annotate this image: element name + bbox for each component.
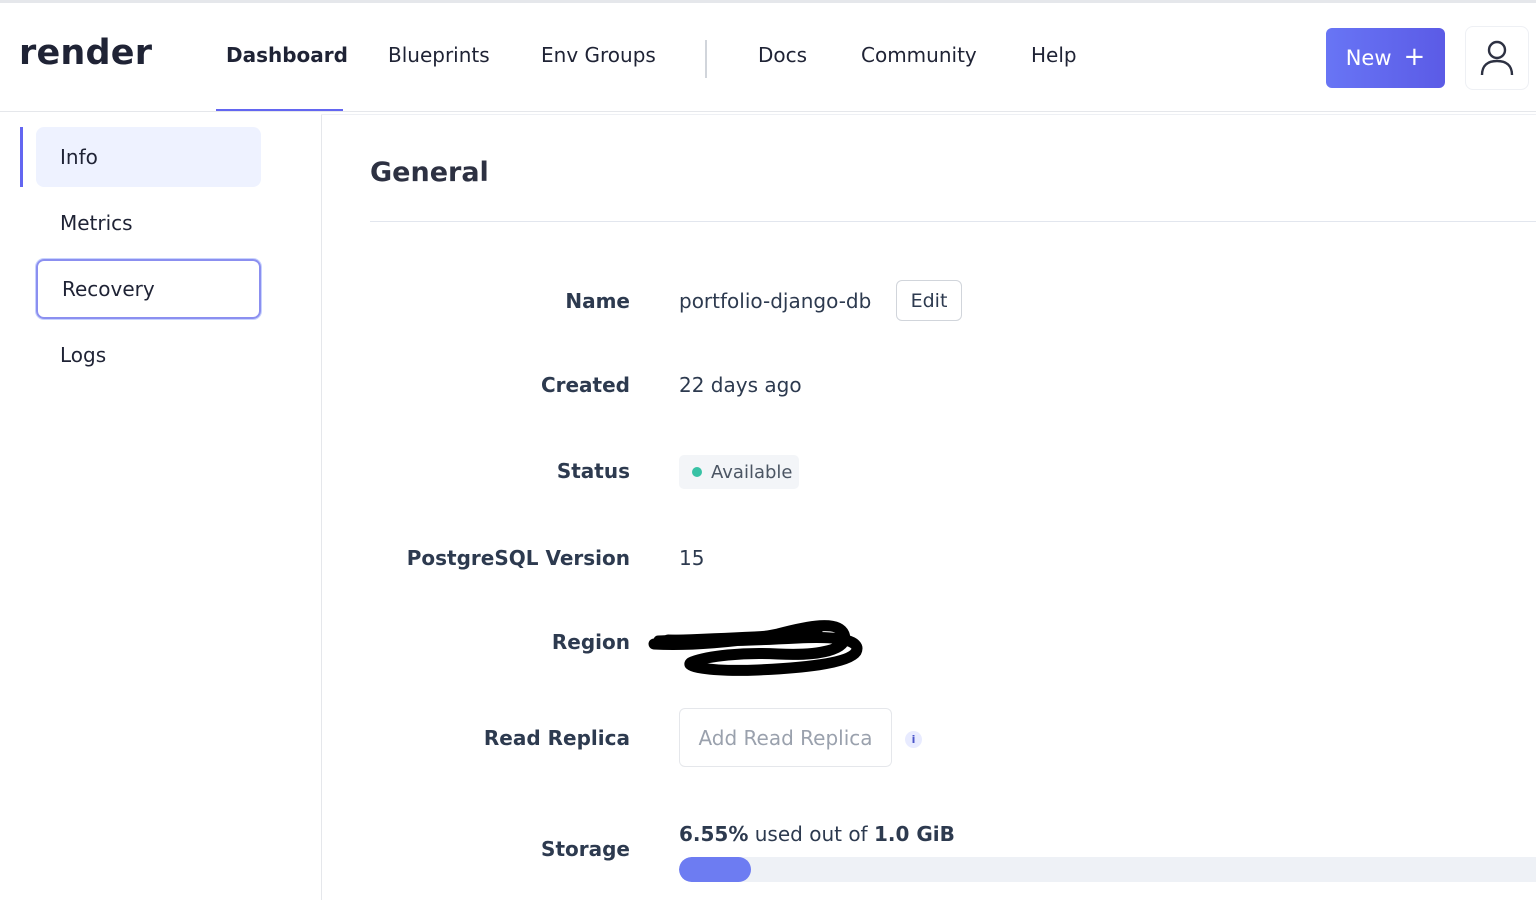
nav-env-groups[interactable]: Env Groups xyxy=(541,43,656,67)
sidebar-item-info[interactable]: Info xyxy=(36,127,261,187)
sidebar-item-label: Recovery xyxy=(62,277,155,301)
storage-usage-text: 6.55% used out of 1.0 GiB xyxy=(679,822,955,846)
edit-name-button[interactable]: Edit xyxy=(896,280,962,321)
nav-help[interactable]: Help xyxy=(1031,43,1077,67)
nav-blueprints[interactable]: Blueprints xyxy=(388,43,490,67)
user-menu-button[interactable] xyxy=(1465,26,1529,90)
nav-divider xyxy=(705,40,707,78)
storage-progress-bar xyxy=(679,857,1536,882)
top-nav-bar: render Dashboard Blueprints Env Groups D… xyxy=(0,3,1536,112)
status-badge: Available xyxy=(679,455,799,489)
redaction-scribble xyxy=(648,620,863,676)
created-label: Created xyxy=(540,373,630,397)
plus-icon: + xyxy=(1403,41,1426,72)
region-label: Region xyxy=(551,630,630,654)
name-label: Name xyxy=(565,289,630,313)
created-value: 22 days ago xyxy=(679,373,802,397)
sidebar-item-recovery[interactable]: Recovery xyxy=(36,259,261,319)
render-logo[interactable]: render xyxy=(19,33,152,73)
status-value: Available xyxy=(711,461,793,483)
read-replica-label: Read Replica xyxy=(483,726,630,750)
new-button-label: New xyxy=(1345,46,1392,70)
active-nav-underline xyxy=(216,109,343,111)
user-icon xyxy=(1480,40,1514,76)
sidebar-item-label: Info xyxy=(60,145,98,169)
sidebar-item-label: Metrics xyxy=(60,211,133,235)
section-divider xyxy=(370,221,1536,222)
storage-label: Storage xyxy=(541,837,630,861)
nav-dashboard[interactable]: Dashboard xyxy=(226,43,348,67)
name-value: portfolio-django-db xyxy=(679,289,872,313)
sidebar: Info Metrics Recovery Logs xyxy=(0,112,321,900)
status-label: Status xyxy=(556,459,630,483)
new-button[interactable]: New + xyxy=(1326,28,1445,88)
storage-used-percent: 6.55% xyxy=(679,822,749,846)
storage-progress-fill xyxy=(679,857,751,882)
sidebar-active-indicator xyxy=(20,127,23,187)
add-read-replica-button[interactable]: Add Read Replica xyxy=(679,708,892,767)
storage-middle-text: used out of xyxy=(748,822,874,846)
content-top-border xyxy=(321,114,1536,115)
nav-community[interactable]: Community xyxy=(861,43,977,67)
info-icon[interactable]: i xyxy=(905,731,922,748)
status-dot-icon xyxy=(692,467,702,477)
sidebar-item-logs[interactable]: Logs xyxy=(36,325,261,385)
sidebar-item-label: Logs xyxy=(60,343,107,367)
sidebar-item-metrics[interactable]: Metrics xyxy=(36,193,261,253)
storage-total: 1.0 GiB xyxy=(873,822,955,846)
section-title: General xyxy=(370,157,489,188)
nav-docs[interactable]: Docs xyxy=(758,43,807,67)
postgres-version-value: 15 xyxy=(679,546,705,570)
content-left-border xyxy=(321,114,322,900)
postgres-version-label: PostgreSQL Version xyxy=(406,546,630,570)
